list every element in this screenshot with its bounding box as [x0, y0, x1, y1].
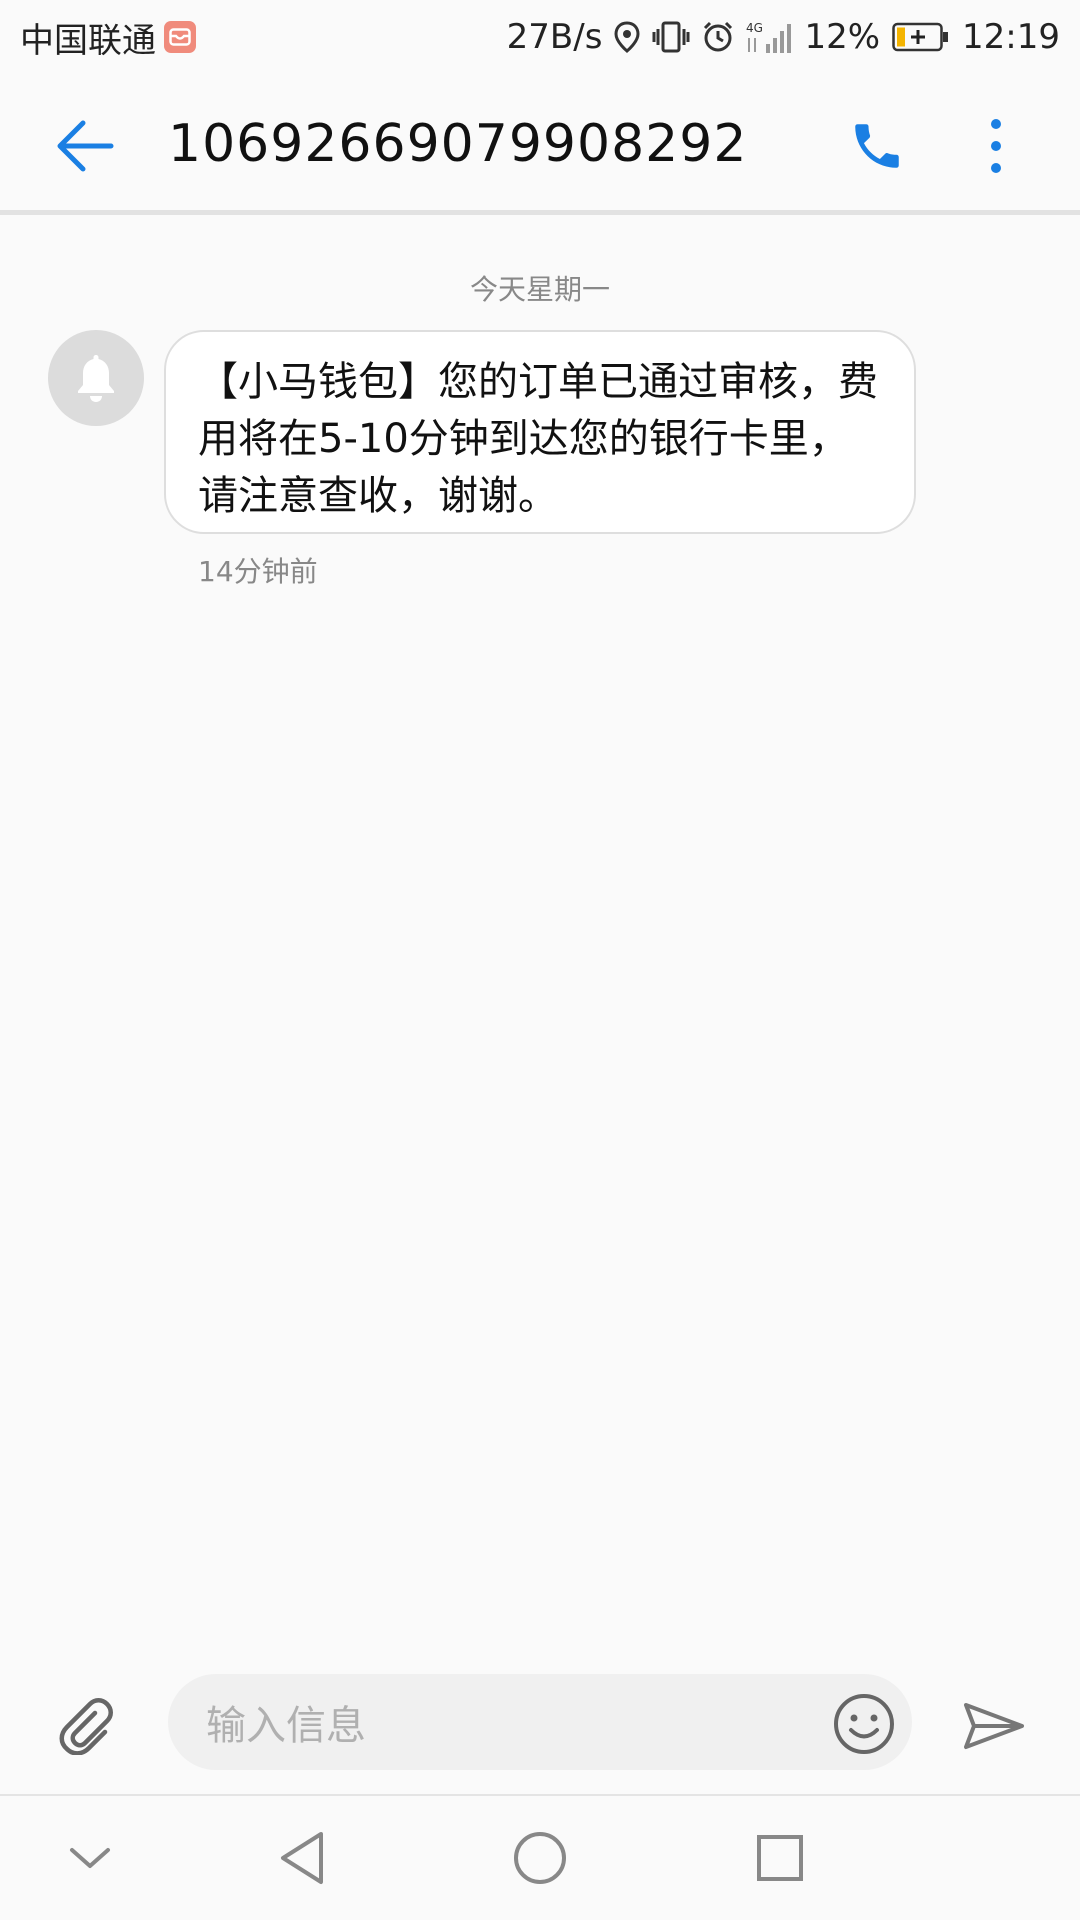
sender-avatar[interactable] [48, 330, 144, 426]
emoji-icon [834, 1694, 894, 1754]
collapse-icon [70, 1848, 110, 1868]
collapse-nav-button[interactable] [58, 1826, 122, 1890]
system-nav-bar [0, 1796, 1080, 1920]
message-input-placeholder: 输入信息 [206, 1703, 366, 1749]
emoji-button[interactable] [832, 1692, 896, 1756]
app-bar: 10692669079908292 [0, 74, 1080, 210]
more-options-button[interactable] [970, 114, 1022, 178]
send-button[interactable] [962, 1694, 1026, 1758]
notification-badge-icon [164, 21, 196, 53]
nav-back-button[interactable] [270, 1826, 334, 1890]
signal-4g-icon: 4G [746, 20, 792, 54]
message-text: 【小马钱包】您的订单已通过审核，费用将在5-10分钟到达您的银行卡里，请注意查收… [198, 359, 878, 519]
date-separator: 今天星期一 [469, 273, 610, 306]
vibrate-icon [652, 21, 690, 53]
more-vert-icon [991, 119, 1001, 173]
recents-icon [757, 1835, 803, 1881]
paperclip-icon [59, 1698, 113, 1755]
back-icon [281, 1832, 323, 1884]
nav-recents-button[interactable] [748, 1826, 812, 1890]
call-button[interactable] [845, 114, 909, 178]
arrow-left-icon [57, 120, 114, 172]
back-button[interactable] [50, 116, 120, 176]
battery-percent: 12% [804, 17, 881, 57]
attach-button[interactable] [54, 1694, 118, 1758]
bell-icon [78, 355, 114, 402]
status-right: 27B/s 4G 12% 12:19 [507, 17, 1060, 57]
contact-title: 10692669079908292 [168, 114, 748, 174]
battery-charging-icon [892, 22, 950, 52]
net-speed: 27B/s [506, 17, 603, 57]
message-input[interactable]: 输入信息 [168, 1674, 912, 1770]
home-icon [514, 1832, 566, 1884]
header-divider [0, 210, 1080, 215]
alarm-icon [702, 21, 734, 53]
message-timestamp: 14分钟前 [198, 555, 318, 588]
send-icon [964, 1703, 1024, 1749]
phone-icon [855, 124, 899, 168]
message-bubble[interactable]: 【小马钱包】您的订单已通过审核，费用将在5-10分钟到达您的银行卡里，请注意查收… [164, 330, 916, 534]
status-left: 中国联通 [20, 13, 196, 62]
clock-time: 12:19 [962, 17, 1060, 57]
carrier-name: 中国联通 [20, 20, 156, 61]
messaging-screen: 中国联通 27B/s 4G 12% 12:19 1069266907990829… [0, 0, 1080, 1920]
svg-text:4G: 4G [746, 21, 763, 35]
location-icon [614, 21, 640, 53]
nav-home-button[interactable] [508, 1826, 572, 1890]
status-bar: 中国联通 27B/s 4G 12% 12:19 [0, 0, 1080, 74]
